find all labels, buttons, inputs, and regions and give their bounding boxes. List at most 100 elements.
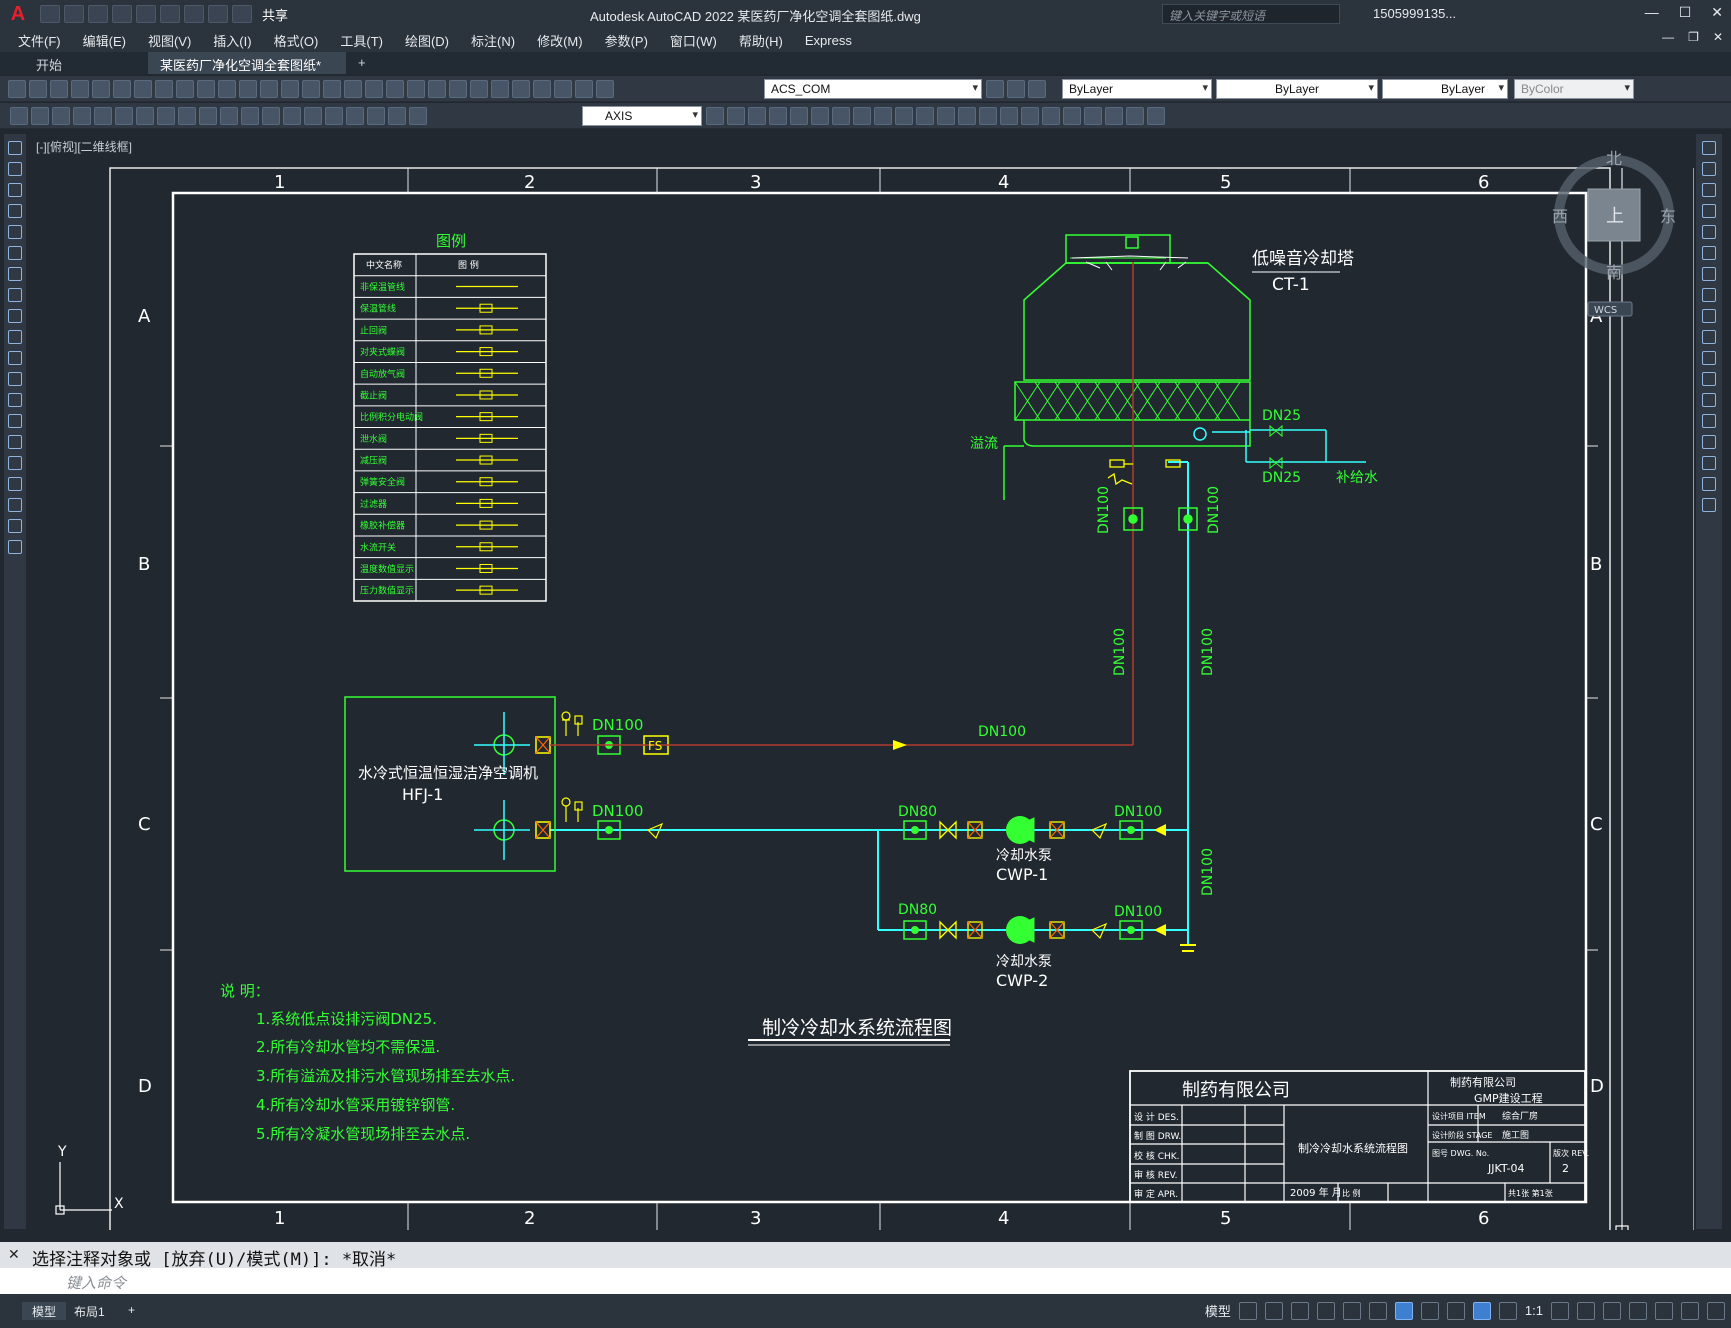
stretch-icon[interactable]: [1702, 309, 1716, 323]
copy-object-icon[interactable]: [1702, 162, 1716, 176]
menu-help[interactable]: 帮助(H): [739, 31, 783, 50]
extend-icon[interactable]: [1702, 351, 1716, 365]
plot-tool-icon[interactable]: [71, 80, 89, 98]
menu-view[interactable]: 视图(V): [148, 31, 191, 50]
pan-icon[interactable]: [302, 80, 320, 98]
doc-minimize-icon[interactable]: —: [1662, 30, 1674, 44]
helix-icon[interactable]: [874, 107, 892, 125]
menu-draw[interactable]: 绘图(D): [405, 31, 449, 50]
join-icon[interactable]: [1702, 414, 1716, 428]
undo-icon[interactable]: [208, 5, 228, 23]
viewcube[interactable]: 上 北 南 西 东 WCS: [1548, 149, 1698, 320]
planar-surface-icon[interactable]: [895, 107, 913, 125]
object-snap-icon[interactable]: [1394, 1301, 1413, 1320]
drawing-canvas[interactable]: 1 2 3 4 5 6 1 2 3 4 5 6 A B C D A B C D: [30, 132, 1695, 1239]
isolate-objects-icon[interactable]: [1655, 1301, 1673, 1320]
make-current-icon[interactable]: [986, 80, 1004, 98]
rectangle-icon[interactable]: [8, 225, 22, 239]
dim-baseline-icon[interactable]: [199, 107, 217, 125]
intersect-icon[interactable]: [1063, 107, 1081, 125]
calculator-icon[interactable]: [491, 80, 509, 98]
gradient-icon[interactable]: [8, 456, 22, 470]
maximize-icon[interactable]: ☐: [1679, 4, 1692, 21]
cylinder-icon[interactable]: [811, 107, 829, 125]
dim-edit-icon[interactable]: [367, 107, 385, 125]
save-file-icon[interactable]: [50, 80, 68, 98]
chamfer-icon[interactable]: [1702, 435, 1716, 449]
dim-arc-icon[interactable]: [52, 107, 70, 125]
open-icon[interactable]: [64, 5, 84, 23]
menu-file[interactable]: 文件(F): [18, 31, 61, 50]
trim-icon[interactable]: [1702, 330, 1716, 344]
color-dropdown[interactable]: ByLayer ▾: [1062, 79, 1212, 99]
workspace-gear-icon[interactable]: [1551, 1301, 1569, 1320]
3d-align-icon[interactable]: [1126, 107, 1144, 125]
share-button[interactable]: 共享: [262, 5, 288, 24]
menu-dimension[interactable]: 标注(N): [471, 31, 515, 50]
linetype-dropdown[interactable]: ByLayer ▾: [1216, 79, 1378, 99]
transparency-icon[interactable]: [1446, 1301, 1465, 1320]
fillet-icon[interactable]: [1702, 456, 1716, 470]
array-icon[interactable]: [1702, 225, 1716, 239]
new-icon[interactable]: [40, 5, 60, 23]
auto-scale-icon[interactable]: [1498, 1301, 1517, 1320]
dim-update-icon[interactable]: [409, 107, 427, 125]
ellipse-icon[interactable]: [8, 330, 22, 344]
tab-drawing[interactable]: 某医药厂净化空调全套图纸* ✕: [148, 52, 346, 89]
dim-space-icon[interactable]: [241, 107, 259, 125]
model-space-button[interactable]: 模型: [1205, 1301, 1231, 1320]
compass-west[interactable]: 西: [1552, 207, 1568, 226]
menu-tools[interactable]: 工具(T): [340, 31, 383, 50]
sphere-icon[interactable]: [790, 107, 808, 125]
publish-icon[interactable]: [113, 80, 131, 98]
loft-icon[interactable]: [1000, 107, 1018, 125]
lineweight-icon[interactable]: [1420, 1301, 1439, 1320]
dim-angular-icon[interactable]: [157, 107, 175, 125]
table-icon[interactable]: [8, 498, 22, 512]
viewport-controls[interactable]: [-][俯视][二维线框]: [36, 138, 132, 155]
circle-icon[interactable]: [8, 267, 22, 281]
menu-modify[interactable]: 修改(M): [537, 31, 583, 50]
paste-icon[interactable]: [197, 80, 215, 98]
presspull-icon[interactable]: [937, 107, 955, 125]
layer-dropdown[interactable]: ACS_COM ▾: [764, 79, 982, 99]
cut-icon[interactable]: [155, 80, 173, 98]
zoom-previous-icon[interactable]: [365, 80, 383, 98]
lineweight-dropdown[interactable]: ByLayer ▾: [1382, 79, 1508, 99]
properties-icon[interactable]: [386, 80, 404, 98]
hatch-icon[interactable]: [8, 435, 22, 449]
menu-parametric[interactable]: 参数(P): [605, 31, 648, 50]
compass-south[interactable]: 南: [1606, 263, 1622, 282]
new-tab-button[interactable]: +: [346, 52, 376, 74]
3d-array-icon[interactable]: [1147, 107, 1165, 125]
layout-tab-model[interactable]: 模型: [22, 1302, 67, 1320]
quick-properties-icon[interactable]: [1629, 1301, 1647, 1320]
dim-radius-icon[interactable]: [94, 107, 112, 125]
save-web-icon[interactable]: [160, 5, 180, 23]
object-snap-tracking-icon[interactable]: [1368, 1301, 1387, 1320]
snap-icon[interactable]: [1264, 1301, 1283, 1320]
mirror-icon[interactable]: [1702, 183, 1716, 197]
dim-jogged-icon[interactable]: [115, 107, 133, 125]
layer-on-icon[interactable]: [554, 80, 572, 98]
inspect-icon[interactable]: [325, 107, 343, 125]
layer-freeze-icon[interactable]: [575, 80, 593, 98]
annotation-scale[interactable]: 1:1: [1525, 1303, 1543, 1318]
grid-icon[interactable]: [1238, 1301, 1257, 1320]
add-selected-icon[interactable]: [8, 540, 22, 554]
3d-move-icon[interactable]: [1084, 107, 1102, 125]
construction-line-icon[interactable]: [8, 162, 22, 176]
close-icon[interactable]: ✕: [1711, 4, 1723, 21]
textstyle-dropdown[interactable]: AXIS ▾: [582, 106, 702, 126]
redo-tool-icon[interactable]: [281, 80, 299, 98]
dim-style-icon[interactable]: [706, 107, 724, 125]
menu-format[interactable]: 格式(O): [274, 31, 319, 50]
dim-continue-icon[interactable]: [220, 107, 238, 125]
autocad-logo-icon[interactable]: A: [0, 0, 36, 28]
layer-previous-icon[interactable]: [1007, 80, 1025, 98]
plotstyle-dropdown[interactable]: ByColor ▾: [1514, 79, 1634, 99]
3dprint-icon[interactable]: [134, 80, 152, 98]
command-input[interactable]: 键入命令: [0, 1268, 1731, 1294]
polygon-icon[interactable]: [8, 204, 22, 218]
compass-north[interactable]: 北: [1606, 149, 1622, 168]
